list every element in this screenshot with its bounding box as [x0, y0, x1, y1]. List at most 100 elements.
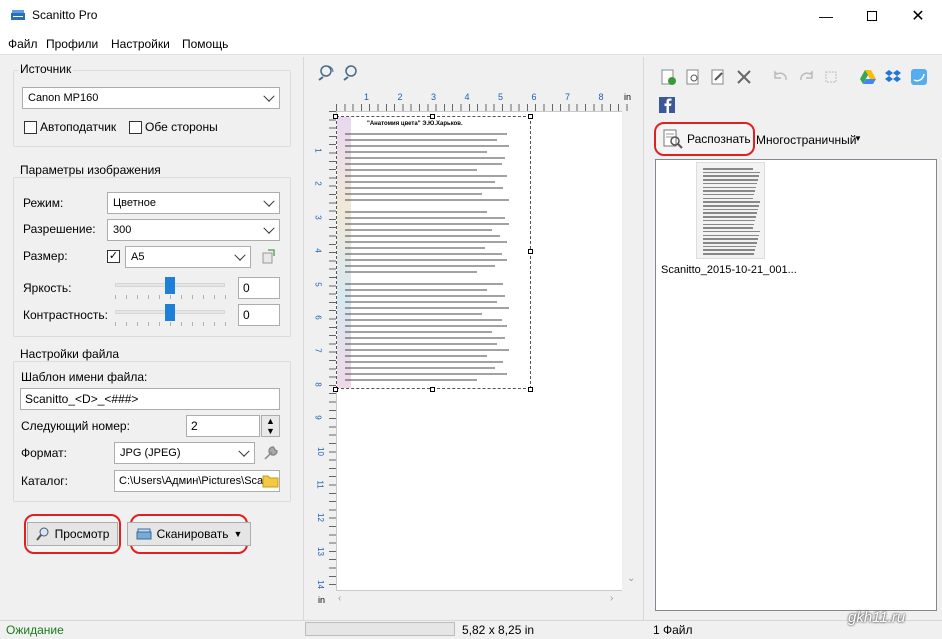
google-drive-icon[interactable]	[859, 68, 877, 86]
size-select[interactable]: A5	[125, 246, 251, 268]
rotate-page-icon[interactable]	[260, 249, 276, 265]
open-folder-icon[interactable]	[262, 473, 279, 488]
redo-icon[interactable]	[797, 68, 815, 86]
menu-file[interactable]: Файл	[8, 37, 38, 51]
crop-handle-bottom-left[interactable]	[333, 387, 338, 392]
thumbnail-text-line	[703, 205, 759, 207]
thumbnail-text-line	[703, 249, 755, 251]
document-text-line	[345, 331, 492, 333]
zoom-in-icon[interactable]	[318, 63, 336, 81]
dropdown-arrow-icon: ▼	[233, 529, 243, 539]
horizontal-scrollbar[interactable]: ‹ ›	[336, 591, 630, 608]
scroll-down-icon[interactable]: ⌄	[627, 573, 635, 584]
document-text-line	[345, 247, 485, 249]
thumbnail-caption: Scanitto_2015-10-21_001...	[661, 264, 797, 276]
document-text-line	[345, 253, 502, 255]
recognize-button[interactable]: Распознать	[661, 128, 751, 150]
document-text-line	[345, 295, 505, 297]
contrast-slider-thumb[interactable]	[165, 304, 175, 321]
document-text-line	[345, 319, 502, 321]
dropbox-icon[interactable]	[884, 68, 902, 86]
thumbnail-image[interactable]	[696, 162, 765, 259]
recognize-label: Распознать	[687, 132, 751, 146]
wrench-settings-icon[interactable]	[262, 444, 280, 462]
add-page-icon[interactable]	[659, 68, 677, 86]
crop-icon[interactable]	[822, 68, 840, 86]
spin-arrows-icon: ▲ ▼	[266, 416, 275, 436]
view-page-icon[interactable]	[684, 68, 702, 86]
spin-button[interactable]: ▲ ▼	[261, 415, 280, 437]
document-text-line	[345, 271, 477, 273]
ruler-top-number: 1	[364, 92, 370, 102]
minimize-icon: —	[819, 7, 833, 24]
status-state: Ожидание	[6, 623, 64, 637]
thumbnail-text-line	[703, 242, 757, 244]
vertical-scrollbar[interactable]: ⌄	[622, 111, 639, 591]
crop-handle-bottom-right[interactable]	[528, 387, 533, 392]
document-text-line	[345, 379, 477, 381]
next-number-label: Следующий номер:	[21, 419, 130, 433]
magnifier-icon	[35, 527, 49, 541]
template-input[interactable]: Scanitto_<D>_<###>	[20, 388, 280, 410]
ruler-left-number: 14	[315, 580, 325, 590]
document-text-line	[345, 361, 503, 363]
edit-page-icon[interactable]	[709, 68, 727, 86]
scanner-icon	[136, 528, 152, 540]
document-text-line	[345, 139, 497, 141]
scroll-left-icon[interactable]: ‹	[338, 593, 341, 604]
document-text-line	[345, 241, 507, 243]
crop-handle-top[interactable]	[430, 114, 435, 119]
device-value: Canon MP160	[28, 92, 99, 104]
preview-button[interactable]: Просмотр	[26, 522, 119, 546]
adf-checkbox[interactable]	[24, 121, 37, 134]
document-text-line	[345, 145, 509, 147]
crop-handle-bottom[interactable]	[430, 387, 435, 392]
thumbnail-text-line	[703, 253, 754, 255]
menu-profiles[interactable]: Профили	[46, 37, 98, 51]
crop-handle-right[interactable]	[528, 249, 533, 254]
close-button[interactable]: ✕	[895, 0, 941, 31]
document-text-line	[345, 217, 505, 219]
maximize-button[interactable]	[849, 0, 895, 31]
size-value: A5	[131, 251, 145, 263]
ruler-left-number: 9	[313, 415, 323, 420]
duplex-checkbox[interactable]	[129, 121, 142, 134]
contrast-input[interactable]: 0	[238, 304, 280, 326]
menu-help[interactable]: Помощь	[182, 37, 228, 51]
facebook-icon[interactable]	[659, 97, 675, 113]
resolution-select[interactable]: 300	[107, 219, 280, 241]
mode-select[interactable]: Цветное	[107, 192, 280, 214]
crop-handle-top-left[interactable]	[333, 114, 338, 119]
menu-settings[interactable]: Настройки	[111, 37, 170, 51]
size-checkbox[interactable]: ✓	[107, 250, 120, 263]
thumbnail-text-line	[703, 238, 758, 240]
multipage-toggle[interactable]: Многостраничный	[756, 133, 856, 147]
next-number-input[interactable]: 2	[186, 415, 260, 437]
zoom-out-icon[interactable]	[343, 63, 361, 81]
scanned-document[interactable]: "Анатомия цвета" Э.Ю.Харьков.	[336, 116, 531, 389]
document-text-line	[345, 265, 495, 267]
twitter-icon[interactable]	[910, 68, 928, 86]
crop-handle-top-right[interactable]	[528, 114, 533, 119]
maximize-icon	[867, 10, 877, 21]
document-text-line	[345, 235, 500, 237]
brightness-input[interactable]: 0	[238, 277, 280, 299]
ruler-top-number: 8	[598, 92, 604, 102]
ruler-unit-left: in	[318, 595, 326, 605]
document-text-line	[345, 163, 502, 165]
device-select[interactable]: Canon MP160	[22, 87, 280, 109]
thumbnail-text-line	[703, 208, 758, 211]
multipage-dropdown-icon[interactable]: ▼	[854, 134, 862, 143]
format-select[interactable]: JPG (JPEG)	[114, 442, 255, 464]
folder-input[interactable]: C:\Users\Админ\Pictures\Scan	[114, 470, 280, 492]
scan-button[interactable]: Сканировать ▼	[126, 522, 252, 546]
adf-label: Автоподатчик	[40, 120, 117, 134]
status-file-count: 1 Файл	[653, 623, 693, 637]
delete-icon[interactable]	[735, 68, 753, 86]
brightness-slider-thumb[interactable]	[165, 277, 175, 294]
thumbnail-text-line	[703, 230, 760, 233]
scroll-right-icon[interactable]: ›	[610, 593, 613, 604]
undo-icon[interactable]	[772, 68, 790, 86]
chevron-down-icon	[263, 195, 275, 207]
minimize-button[interactable]: —	[803, 0, 849, 31]
